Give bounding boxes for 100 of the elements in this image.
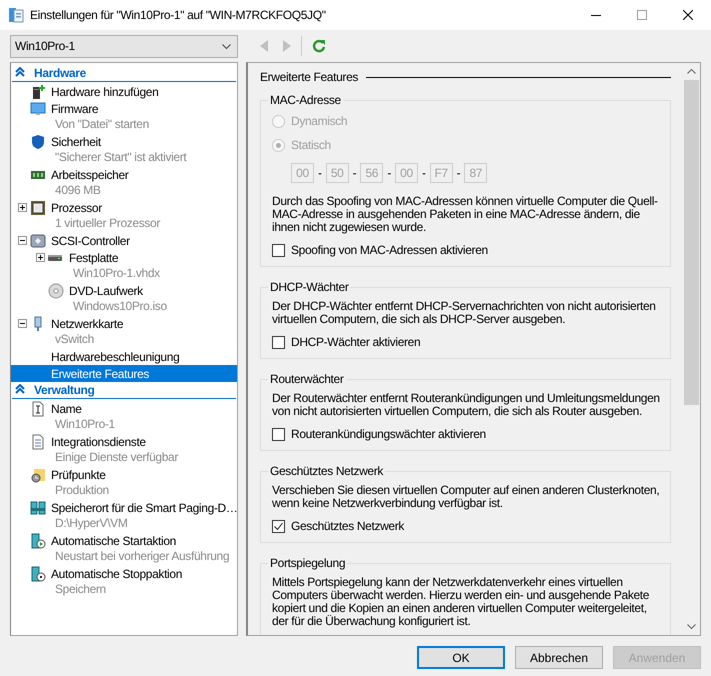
group-title: DHCP-Wächter bbox=[269, 280, 350, 294]
hard-drive-icon bbox=[48, 254, 62, 260]
refresh-icon bbox=[312, 39, 326, 53]
scroll-up-icon bbox=[687, 69, 696, 74]
tree-item[interactable]: SCSI-Controller bbox=[11, 232, 237, 249]
group-title: Portspiegelung bbox=[269, 556, 346, 570]
group-title: Routerwächter bbox=[269, 372, 345, 386]
disc-icon bbox=[48, 282, 64, 298]
minus-icon bbox=[19, 237, 26, 244]
tree-item-label: Erweiterte Features bbox=[51, 366, 150, 382]
storage-icon bbox=[30, 500, 46, 516]
section-header: Hardware bbox=[34, 65, 86, 82]
tree-item[interactable]: Sicherheit "Sicherer Start" ist aktiviert bbox=[11, 133, 237, 166]
group-title: Geschütztes Netzwerk bbox=[269, 464, 384, 478]
octet-separator: - bbox=[422, 165, 426, 182]
checkbox[interactable] bbox=[272, 520, 285, 532]
tree-item-label: Name bbox=[51, 400, 82, 418]
page-heading: Erweiterte Features bbox=[260, 69, 358, 86]
shield-icon bbox=[30, 134, 46, 150]
close-icon bbox=[683, 10, 693, 20]
server-stop-icon bbox=[30, 566, 46, 582]
tree-item[interactable]: Netzwerkkarte vSwitch bbox=[11, 315, 237, 348]
expand-toggle[interactable] bbox=[36, 253, 45, 262]
tree-item-label: Hardware hinzufügen bbox=[51, 84, 158, 100]
plus-icon bbox=[19, 204, 26, 211]
octet-separator: - bbox=[456, 165, 460, 182]
tree-item[interactable]: Speicherort für die Smart Paging-D… D:\HyperV\VM bbox=[11, 499, 237, 532]
tree-item-detail: Win10Pro-1.vhdx bbox=[73, 266, 161, 282]
tree-item-label: DVD-Laufwerk bbox=[69, 282, 143, 300]
tree-item-label: Firmware bbox=[51, 100, 98, 118]
tree-item[interactable]: Erweiterte Features bbox=[11, 365, 237, 382]
back-arrow-icon bbox=[260, 40, 268, 52]
tree-item-label: Arbeitsspeicher bbox=[51, 166, 128, 184]
tree-item[interactable]: Hardware hinzufügen bbox=[11, 83, 237, 100]
tree-item-label: Automatische Startaktion bbox=[51, 532, 176, 550]
checkmark-icon bbox=[273, 520, 284, 532]
tree-item-detail: vSwitch bbox=[55, 332, 95, 348]
tree-item-detail: 1 virtueller Prozessor bbox=[55, 216, 162, 232]
tree-item[interactable]: DVD-Laufwerk Windows10Pro.iso bbox=[11, 282, 237, 315]
checkbox[interactable] bbox=[272, 336, 285, 348]
dialog-button[interactable]: Abbrechen bbox=[515, 646, 603, 669]
octet-separator: - bbox=[387, 165, 391, 182]
octet-separator: - bbox=[352, 165, 356, 182]
description-text: Der Routerwächter entfernt Routerankündigungen und Umleitungsmeldungen von nicht autorisierten virtuellen Computern, die sich als Router ausgeben. bbox=[272, 392, 661, 418]
text-cursor-icon bbox=[30, 400, 46, 416]
checkbox-label[interactable]: Geschütztes Netzwerk bbox=[291, 517, 404, 535]
group-title: MAC-Adresse bbox=[269, 93, 342, 107]
settings-window-icon bbox=[8, 7, 24, 23]
tree-item[interactable]: Prozessor 1 virtueller Prozessor bbox=[11, 199, 237, 232]
section-header: Verwaltung bbox=[34, 382, 95, 399]
tree-item-detail: D:\HyperV\VM bbox=[55, 516, 128, 532]
checkbox-label[interactable]: DHCP-Wächter aktivieren bbox=[291, 333, 420, 351]
description-text: Verschieben Sie diesen virtuellen Computer auf einen anderen Clusterknoten, wenn keine Netzwerkverbindung verfügbar ist. bbox=[272, 484, 660, 510]
server-play-icon bbox=[30, 532, 46, 548]
tree-item-detail: Produktion bbox=[55, 483, 110, 499]
chip-icon bbox=[30, 200, 46, 216]
tree-item-detail: Neustart bei vorheriger Ausführung bbox=[55, 549, 230, 565]
collapse-icon[interactable] bbox=[15, 384, 25, 394]
minus-icon bbox=[19, 320, 26, 327]
collapse-toggle[interactable] bbox=[18, 236, 27, 245]
tree-item-detail: Windows10Pro.iso bbox=[73, 299, 168, 315]
collapse-toggle[interactable] bbox=[18, 319, 27, 328]
window-title: Einstellungen für "Win10Pro-1" auf "WIN-M7RCKFOQ5JQ" bbox=[30, 7, 326, 24]
tree-item[interactable]: Firmware Von "Datei" starten bbox=[11, 100, 237, 133]
tree-item-label: Integrationsdienste bbox=[51, 434, 146, 450]
checkbox[interactable] bbox=[272, 428, 285, 440]
scrollbar-thumb[interactable] bbox=[684, 80, 699, 405]
tree-item[interactable]: Hardwarebeschleunigung bbox=[11, 348, 237, 365]
monitor-icon bbox=[30, 100, 46, 116]
tree-item[interactable]: Name Win10Pro-1 bbox=[11, 400, 237, 433]
tree-item-detail: "Sicherer Start" ist aktiviert bbox=[55, 150, 188, 166]
description-text: Der DHCP-Wächter entfernt DHCP-Servernachrichten von nicht autorisierten virtuellen Computern, die sich als DHCP-Server ausgeben. bbox=[272, 300, 657, 326]
description-text: Durch das Spoofing von MAC-Adressen können virtuelle Computer die Quell-MAC-Adresse in ausgehenden Paketen in eine MAC-Adresse ändern, die ihnen nicht zugewiesen wurde. bbox=[272, 195, 659, 234]
checkbox-label[interactable]: Routerankündigungswächter aktivieren bbox=[291, 425, 486, 443]
collapse-icon[interactable] bbox=[15, 67, 25, 77]
description-text: Mittels Portspiegelung kann der Netzwerkdatenverkehr eines virtuellen Computers überwacht werden. Hierzu werden ein- und ausgehende Pakete kopiert und die Kopien an einen anderen virtuellen Computer weitergeleitet, der für die Überwachung konfiguriert ist. bbox=[272, 576, 650, 628]
chevron-down-icon bbox=[222, 44, 231, 48]
maximize-icon bbox=[637, 10, 647, 20]
tree-item-label: Automatische Stoppaktion bbox=[51, 566, 182, 582]
tree-item-label: Festplatte bbox=[69, 250, 118, 266]
expand-toggle[interactable] bbox=[18, 203, 27, 212]
tree-item[interactable]: Automatische Startaktion Neustart bei vorheriger Ausführung bbox=[11, 532, 237, 565]
tree-item-label: Hardwarebeschleunigung bbox=[51, 348, 180, 366]
document-list-icon bbox=[30, 434, 46, 450]
tree-item-label: Sicherheit bbox=[51, 134, 101, 150]
tree-item[interactable]: Arbeitsspeicher 4096 MB bbox=[11, 166, 237, 199]
tree-item-label: SCSI-Controller bbox=[51, 232, 130, 250]
tree-item[interactable]: Prüfpunkte Produktion bbox=[11, 466, 237, 499]
folder-clock-icon bbox=[30, 466, 46, 482]
tree-item-detail: Von "Datei" starten bbox=[55, 117, 150, 133]
vm-dropdown[interactable]: Win10Pro-1 bbox=[10, 34, 238, 58]
tree-item[interactable]: Festplatte Win10Pro-1.vhdx bbox=[11, 249, 237, 282]
vm-dropdown-value: Win10Pro-1 bbox=[15, 38, 75, 55]
tree-item-label: Speicherort für die Smart Paging-D… bbox=[51, 500, 237, 516]
dialog-button[interactable]: OK bbox=[417, 646, 505, 669]
minimize-icon bbox=[591, 14, 601, 16]
tree-item[interactable]: Automatische Stoppaktion Speichern bbox=[11, 565, 237, 598]
forward-arrow-icon bbox=[283, 40, 291, 52]
tree-item[interactable]: Integrationsdienste Einige Dienste verfügbar bbox=[11, 433, 237, 466]
tree-item-detail: Einige Dienste verfügbar bbox=[55, 450, 180, 466]
